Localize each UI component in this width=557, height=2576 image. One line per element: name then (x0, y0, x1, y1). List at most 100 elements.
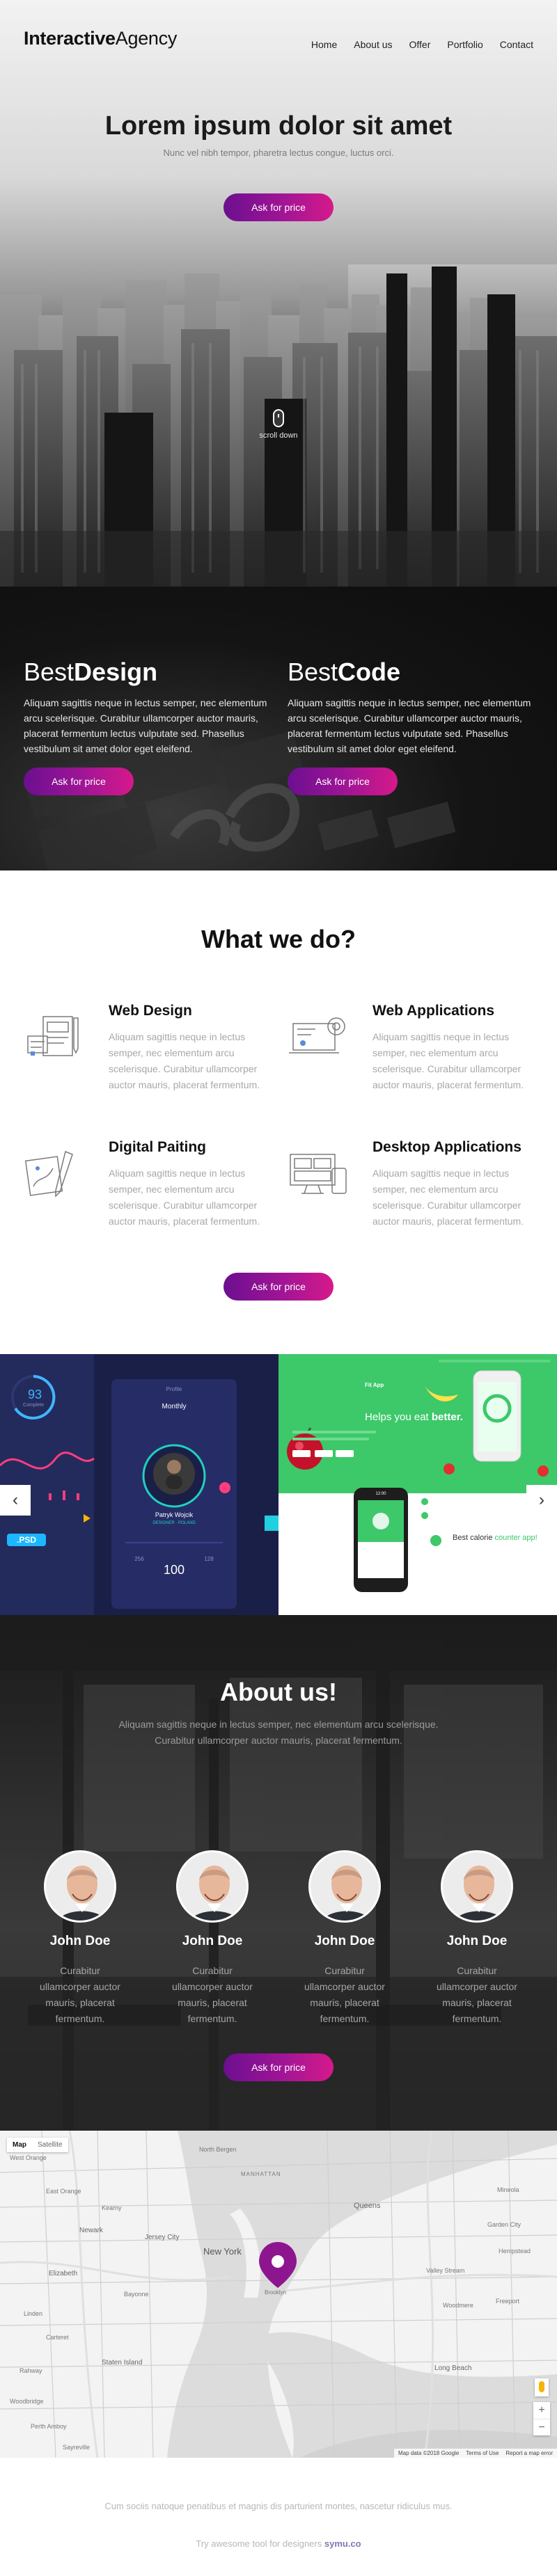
best-code-text: Aliquam sagittis neque in lectus semper,… (288, 697, 531, 754)
team-member-card: John Doe Curabitur ullamcorper auctor ma… (285, 1850, 404, 2027)
top-navigation-bar: InteractiveAgency Home About us Offer Po… (0, 0, 557, 77)
map-label: Brooklyn (265, 2289, 287, 2296)
team-member-name: John Doe (182, 1934, 243, 1948)
fit-app-card-accent: counter app! (494, 1534, 538, 1542)
avatar (441, 1850, 513, 1923)
map-label: Valley Stream (426, 2267, 465, 2274)
nav-offer[interactable]: Offer (409, 39, 431, 77)
map-label: Woodmere (443, 2302, 473, 2309)
service-web-applications-text: Aliquam sagittis neque in lectus semper,… (372, 1031, 524, 1090)
web-applications-icon (289, 1017, 345, 1054)
street-view-pegman-icon[interactable] (535, 2378, 549, 2396)
best-section: BestDesign Aliquam sagittis neque in lec… (0, 587, 557, 870)
team-member-name: John Doe (446, 1934, 508, 1948)
service-desktop-applications: Desktop Applications Aliquam sagittis ne… (288, 1139, 552, 1243)
hero-subtitle: Nunc vel nibh tempor, pharetra lectus co… (163, 148, 394, 158)
footer-credit-text: Try awesome tool for designers (196, 2538, 324, 2549)
profile-card-title: Profile (166, 1386, 182, 1392)
team-member-text: Curabitur ullamcorper auctor mauris, pla… (40, 1965, 120, 2024)
fit-app-headline-bold: better. (431, 1411, 463, 1423)
avatar (308, 1850, 381, 1923)
profile-card-subtitle: Monthly (162, 1403, 187, 1410)
map-type-satellite-button[interactable]: Satellite (32, 2138, 68, 2152)
best-design-heading: BestDesign (24, 658, 267, 687)
team-member-card: John Doe Curabitur ullamcorper auctor ma… (153, 1850, 272, 2027)
brand-logo[interactable]: InteractiveAgency (24, 28, 177, 77)
fit-app-name: Fit App (365, 1382, 384, 1388)
map-label: Newark (79, 2227, 103, 2234)
best-design-ask-for-price-button[interactable]: Ask for price (24, 768, 134, 795)
map-report-error-link[interactable]: Report a map error (505, 2450, 553, 2456)
nav-contact[interactable]: Contact (500, 39, 533, 77)
portfolio-slide-fit-app: Fit App Helps you eat better. Best calor… (278, 1354, 557, 1615)
map-label: Mineola (497, 2186, 519, 2193)
footer-credit: Try awesome tool for designers symu.co (0, 2538, 557, 2549)
portfolio-slider: 93 Complete Profile Monthly Patryk Wojci… (0, 1354, 557, 1615)
service-desktop-applications-text: Aliquam sagittis neque in lectus semper,… (372, 1168, 524, 1227)
map-terms-link[interactable]: Terms of Use (466, 2450, 499, 2456)
progress-value: 93 (27, 1388, 42, 1401)
services-ask-for-price-button[interactable]: Ask for price (223, 1273, 334, 1301)
psd-badge: .PSD (16, 1535, 36, 1545)
map-label: Garden City (487, 2221, 521, 2228)
fit-app-headline: Helps you eat better. (365, 1411, 469, 1423)
fit-app-card-text: Best calorie counter app! (453, 1534, 550, 1542)
service-digital-painting: Digital Paiting Aliquam sagittis neque i… (24, 1139, 288, 1243)
best-design-bold: Design (74, 658, 158, 686)
best-design-column: BestDesign Aliquam sagittis neque in lec… (24, 658, 267, 795)
slider-next-arrow[interactable]: › (526, 1485, 557, 1516)
fit-app-headline-plain: Helps you eat (365, 1411, 432, 1423)
best-code-ask-for-price-button[interactable]: Ask for price (288, 768, 398, 795)
portrait-image (443, 1852, 511, 1921)
service-web-design: Web Design Aliquam sagittis neque in lec… (24, 1003, 288, 1107)
map-label: Jersey City (145, 2234, 180, 2241)
nav-portfolio[interactable]: Portfolio (447, 39, 483, 77)
team-member-text: Curabitur ullamcorper auctor mauris, pla… (172, 1965, 253, 2024)
map-type-map-button[interactable]: Map (7, 2138, 32, 2152)
map-label: Queens (354, 2202, 381, 2210)
location-map[interactable]: West Orange North Bergen East Orange MAN… (0, 2131, 557, 2458)
avatar (176, 1850, 249, 1923)
service-desktop-applications-title: Desktop Applications (372, 1139, 521, 1155)
map-label: East Orange (46, 2188, 81, 2195)
mouse-icon (273, 409, 284, 427)
fit-app-mockup-image (278, 1354, 557, 1615)
map-label: Staten Island (102, 2359, 143, 2367)
best-code-column: BestCode Aliquam sagittis neque in lectu… (288, 658, 531, 795)
portrait-image (46, 1852, 114, 1921)
map-label: Bayonne (124, 2291, 149, 2298)
about-ask-for-price-button[interactable]: Ask for price (223, 2053, 334, 2081)
map-label: Sayreville (63, 2444, 91, 2451)
map-attribution: Map data ©2018 Google Terms of Use Repor… (393, 2449, 557, 2458)
scroll-down-indicator[interactable]: scroll down (258, 409, 299, 440)
nav-about-us[interactable]: About us (354, 39, 392, 77)
zoom-out-button[interactable]: − (533, 2419, 550, 2435)
map-label: MANHATTAN (241, 2171, 281, 2177)
fit-app-phone-time: 12:00 (375, 1492, 386, 1496)
hero-ask-for-price-button[interactable]: Ask for price (223, 193, 334, 221)
slider-prev-arrow[interactable]: ‹ (0, 1485, 31, 1516)
web-design-icon (27, 1016, 79, 1056)
map-label: Carteret (46, 2334, 69, 2341)
map-type-control: Map Satellite (7, 2138, 68, 2152)
map-label: Elizabeth (49, 2270, 78, 2277)
zoom-in-button[interactable]: + (533, 2402, 550, 2419)
service-web-design-text: Aliquam sagittis neque in lectus semper,… (109, 1031, 260, 1090)
about-lead-text: Aliquam sagittis neque in lectus semper,… (118, 1719, 439, 1746)
nav-home[interactable]: Home (311, 39, 337, 77)
footer-credit-link[interactable]: symu.co (324, 2538, 361, 2549)
team-member-card: John Doe Curabitur ullamcorper auctor ma… (21, 1850, 139, 2027)
avatar (44, 1850, 116, 1923)
map-label: New York (203, 2246, 242, 2257)
service-digital-painting-text: Aliquam sagittis neque in lectus semper,… (109, 1168, 260, 1227)
best-code-heading: BestCode (288, 658, 531, 687)
team-member-text: Curabitur ullamcorper auctor mauris, pla… (437, 1965, 517, 2024)
zoom-control: + − (533, 2402, 550, 2435)
about-section: About us! Aliquam sagittis neque in lect… (0, 1615, 557, 2131)
fit-app-card-plain: Best calorie (453, 1534, 495, 1542)
service-digital-painting-title: Digital Paiting (109, 1139, 207, 1155)
profile-stat-a: 256 (134, 1556, 144, 1562)
progress-caption: Complete (23, 1403, 44, 1408)
services-title: What we do? (201, 925, 356, 953)
service-web-applications-title: Web Applications (372, 1003, 495, 1019)
